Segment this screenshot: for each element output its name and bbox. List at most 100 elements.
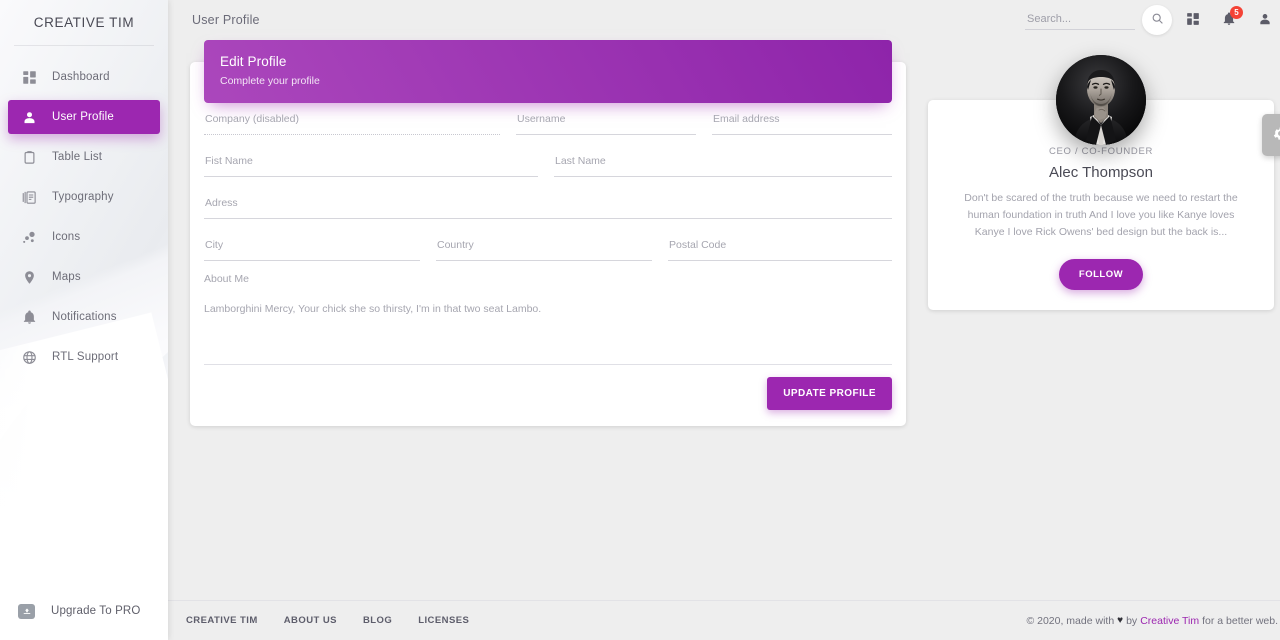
about-me-group[interactable]: About Me Lamborghini Mercy, Your chick s… (190, 273, 906, 365)
footer-link-licenses[interactable]: LICENSES (418, 615, 469, 626)
field-email-address[interactable]: Email address (712, 107, 892, 135)
gear-icon (1272, 125, 1280, 145)
profile-description: Don't be scared of the truth because we … (964, 192, 1238, 238)
main-panel: User Profile Search... 5 Edit Profile Co… (168, 0, 1280, 640)
field-underline (204, 134, 500, 135)
footer: CREATIVE TIM ABOUT US BLOG LICENSES © 20… (168, 600, 1280, 640)
field-label: Fist Name (205, 155, 253, 167)
sidebar-item-label: Table List (52, 151, 103, 163)
search-button[interactable] (1142, 5, 1172, 35)
field-underline (204, 218, 892, 219)
edit-profile-card: Edit Profile Complete your profile Compa… (190, 40, 906, 426)
sidebar: CREATIVE TIM Dashboard User Profile Tabl… (0, 0, 168, 640)
search-input[interactable] (1025, 10, 1135, 30)
sidebar-item-label: Typography (52, 191, 114, 203)
field-username[interactable]: Username (516, 107, 696, 135)
footer-links: CREATIVE TIM ABOUT US BLOG LICENSES (186, 615, 469, 626)
sidebar-item-user-profile[interactable]: User Profile (8, 100, 160, 134)
avatar-image (1056, 55, 1146, 145)
footer-link-creative-tim[interactable]: CREATIVE TIM (186, 615, 258, 626)
about-me-textarea[interactable]: Lamborghini Mercy, Your chick she so thi… (204, 301, 892, 318)
sidebar-item-label: Notifications (52, 311, 117, 323)
account-button[interactable] (1250, 5, 1280, 35)
field-underline (204, 260, 420, 261)
update-profile-button[interactable]: UPDATE PROFILE (767, 376, 892, 410)
field-last-name[interactable]: Last Name (554, 149, 892, 177)
field-underline (204, 176, 538, 177)
sidebar-item-label: RTL Support (52, 351, 119, 363)
search-icon (1151, 12, 1164, 28)
globe-icon (18, 346, 40, 368)
follow-button[interactable]: FOLLOW (1058, 259, 1144, 290)
upgrade-label: Upgrade To PRO (51, 605, 141, 617)
settings-fab-button[interactable] (1262, 114, 1280, 156)
about-me-label: About Me (204, 273, 249, 285)
footer-link-about-us[interactable]: ABOUT US (284, 615, 337, 626)
location-pin-icon (18, 266, 40, 288)
sidebar-item-dashboard[interactable]: Dashboard (8, 60, 160, 94)
field-address[interactable]: Adress (204, 191, 892, 219)
card-subtitle: Complete your profile (220, 75, 320, 87)
app-root: CREATIVE TIM Dashboard User Profile Tabl… (0, 0, 1280, 640)
field-country[interactable]: Country (436, 233, 652, 261)
clipboard-icon (18, 146, 40, 168)
sidebar-item-label: Maps (52, 271, 81, 283)
sidebar-item-upgrade-to-pro[interactable]: Upgrade To PRO (0, 594, 168, 628)
sidebar-item-label: Dashboard (52, 71, 110, 83)
notification-badge: 5 (1230, 6, 1243, 19)
bell-icon (18, 306, 40, 328)
sidebar-nav: Dashboard User Profile Table List Typogr… (0, 60, 168, 380)
field-label: Postal Code (669, 239, 727, 251)
sidebar-divider (14, 45, 154, 46)
profile-name: Alec Thompson (1049, 164, 1153, 181)
person-icon (1258, 12, 1272, 29)
footer-link-blog[interactable]: BLOG (363, 615, 392, 626)
avatar[interactable] (1056, 55, 1146, 145)
brand-logo[interactable]: CREATIVE TIM (0, 0, 168, 40)
field-underline (712, 134, 892, 135)
field-first-name[interactable]: Fist Name (204, 149, 538, 177)
person-icon (18, 106, 40, 128)
content-row: Edit Profile Complete your profile Compa… (190, 40, 1274, 426)
field-company[interactable]: Company (disabled) (204, 107, 500, 135)
sidebar-item-icons[interactable]: Icons (8, 220, 160, 254)
field-postal-code[interactable]: Postal Code (668, 233, 892, 261)
sidebar-item-table-list[interactable]: Table List (8, 140, 160, 174)
form-row-2: Fist Name Last Name (204, 149, 892, 177)
sidebar-item-maps[interactable]: Maps (8, 260, 160, 294)
field-label: City (205, 239, 224, 251)
topbar: User Profile Search... 5 (168, 0, 1280, 40)
field-underline (516, 134, 696, 135)
sidebar-item-rtl-support[interactable]: RTL Support (8, 340, 160, 374)
field-city[interactable]: City (204, 233, 420, 261)
footer-copyright: © 2020, made with ♥ by Creative Tim for … (1026, 615, 1278, 627)
bubble-chart-icon (18, 226, 40, 248)
footer-brand-link[interactable]: Creative Tim (1140, 615, 1199, 627)
edit-profile-form: Company (disabled) Username Email addres… (190, 107, 906, 261)
dashboard-grid-button[interactable] (1178, 5, 1208, 35)
profile-role: CEO / CO-FOUNDER (1048, 146, 1154, 157)
form-row-4: City Country Postal Code (204, 233, 892, 261)
content-area: Edit Profile Complete your profile Compa… (168, 40, 1280, 600)
field-label: Username (517, 113, 566, 125)
edit-profile-actions: UPDATE PROFILE (190, 365, 906, 410)
topbar-actions: 5 (1025, 5, 1280, 35)
profile-card: CEO / CO-FOUNDER Alec Thompson Don't be … (928, 55, 1274, 310)
copyright-prefix: © 2020, made with (1026, 614, 1115, 627)
sidebar-item-label: Icons (52, 231, 81, 243)
field-label: Country (437, 239, 474, 251)
field-underline (436, 260, 652, 261)
field-label: Adress (205, 197, 238, 209)
field-label: Last Name (555, 155, 606, 167)
sidebar-item-typography[interactable]: Typography (8, 180, 160, 214)
sidebar-item-notifications[interactable]: Notifications (8, 300, 160, 334)
card-title: Edit Profile (220, 54, 287, 69)
edit-profile-card-header: Edit Profile Complete your profile (204, 40, 892, 103)
notifications-button[interactable]: 5 (1214, 5, 1244, 35)
field-label: Company (disabled) (205, 113, 299, 125)
library-books-icon (18, 186, 40, 208)
unarchive-icon (18, 603, 35, 619)
dashboard-icon (18, 66, 40, 88)
sidebar-item-label: User Profile (52, 111, 114, 123)
